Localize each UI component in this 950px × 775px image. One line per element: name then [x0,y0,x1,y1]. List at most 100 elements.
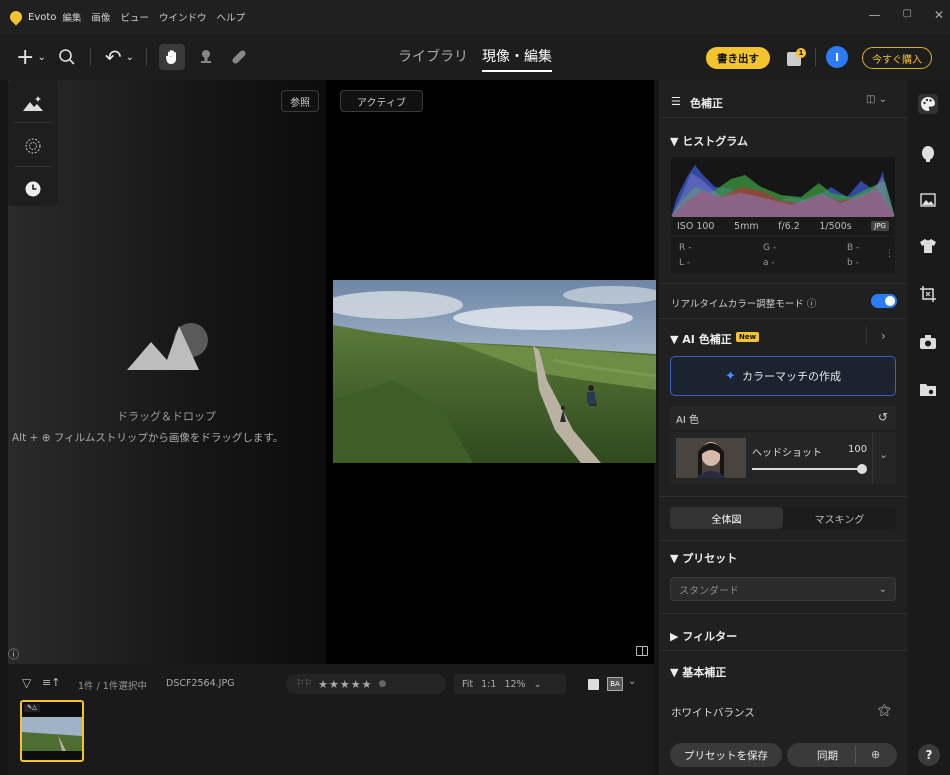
filter-header[interactable]: ▶ フィルター [670,628,737,644]
filter-icon[interactable]: ▽ [22,676,31,690]
reset-icon[interactable]: ↺ [878,410,888,424]
filter-label: フィルター [682,630,738,643]
color-match-button[interactable]: ✦ カラーマッチの作成 [670,356,896,396]
sort-icon[interactable]: ≡↑ [42,676,60,689]
texture-icon[interactable] [23,136,43,156]
zoom-1-1[interactable]: 1:1 [481,679,496,690]
more-icon[interactable]: ⋮ [885,249,894,259]
focal-length: 5mm [734,220,759,232]
export-button[interactable]: 書き出す [706,47,770,69]
ai-color-label: AI 色補正 [682,333,732,346]
folder-icon[interactable] [918,380,938,400]
reference-button[interactable]: 参照 [281,90,319,112]
ai-color-row-label: AI 色 [676,414,699,426]
zoom-dropdown-icon[interactable]: ⌄ [534,679,542,690]
view-dropdown-icon[interactable]: ⌄ [628,676,636,687]
readout-b2: b - [847,258,859,268]
scope-segment: 全体図 マスキング [670,507,896,529]
sync-button[interactable]: 同期 ⊕ [787,743,897,767]
ai-color-row: AI 色 ↺ [670,406,896,430]
white-balance-label: ホワイトバランス [671,707,755,719]
color-match-label: カラーマッチの作成 [741,370,841,383]
close-icon[interactable]: ✕ [934,8,944,22]
star-rating[interactable]: ★★★★★ [318,678,372,691]
tab-develop[interactable]: 現像・編集 [482,46,552,72]
zoom-controls: Fit 1:1 12% ⌄ [454,674,566,694]
notify-badge: 1 [796,48,806,58]
sliders-icon: ☰ [671,95,681,108]
queue-icon[interactable]: 1 [787,48,806,66]
menu-edit[interactable]: 編集 [62,10,81,24]
stamp-icon[interactable] [199,49,213,65]
palette-icon[interactable] [918,94,938,114]
realtime-toggle[interactable] [871,294,897,308]
undo-menu-icon[interactable]: ⌄ [126,52,134,63]
ai-preset-card[interactable]: ヘッドショット 100 ⌄ [670,432,896,484]
edited-photo[interactable] [333,280,656,463]
histogram-header[interactable]: ▼ ヒストグラム [670,133,748,149]
minimize-icon[interactable]: — [868,8,880,22]
preset-name: ヘッドショット [752,448,822,459]
color-label-icon[interactable]: ● [378,679,386,689]
clothing-icon[interactable] [918,236,938,256]
menu-window[interactable]: ウインドウ [159,10,207,24]
panel-layout-icon[interactable]: ◫ ⌄ [866,94,887,105]
drop-hint: Alt + ⊕ フィルムストリップから画像をドラッグします。 [12,432,284,444]
menu-image[interactable]: 画像 [91,10,110,24]
compare-icon[interactable] [636,646,648,656]
buy-now-button[interactable]: 今すぐ購入 [862,47,932,69]
add-icon[interactable]: + [16,45,34,70]
divider [815,48,816,66]
basic-header[interactable]: ▼ 基本補正 [670,664,726,680]
face-icon[interactable] [918,144,938,164]
app-name: Evoto [28,11,57,23]
segment-whole[interactable]: 全体図 [670,507,783,529]
preset-select[interactable]: スタンダード ⌄ [670,577,896,601]
realtime-mode-label: リアルタイムカラー調整モード ⓘ [671,299,817,310]
menu-bar: 編集 画像 ビュー ウインドウ ヘルプ [62,10,245,24]
menu-help[interactable]: ヘルプ [216,10,245,24]
hand-tool-icon[interactable] [158,44,185,70]
camera-icon[interactable] [918,332,938,352]
flag-icon[interactable]: ⚐⚐ [296,679,312,689]
tab-library[interactable]: ライブラリ [398,46,468,72]
sync-settings-icon[interactable]: ⊕ [871,748,880,761]
search-icon[interactable] [58,48,76,66]
chevron-down-icon[interactable]: ⌄ [37,52,45,63]
preset-dropdown-icon[interactable]: ⌄ [879,448,888,461]
preset-header[interactable]: ▼ プリセット [670,550,737,566]
edited-badge-icon: ✎△ [24,704,40,712]
menu-view[interactable]: ビュー [120,10,149,24]
background-icon[interactable] [918,190,938,210]
strength-slider[interactable] [752,468,862,470]
file-name: DSCF2564.JPG [166,678,235,689]
chevron-down-icon: ⌄ [878,583,887,595]
zoom-level[interactable]: 12% [504,679,525,690]
avatar[interactable]: I [826,46,848,68]
crop-icon[interactable] [918,284,938,304]
maximize-icon[interactable]: ▢ [902,8,911,22]
slider-handle[interactable] [857,464,867,474]
readout-l: L - [679,258,691,268]
evoto-logo-icon [7,8,25,26]
zoom-fit[interactable]: Fit [462,679,473,690]
info-icon[interactable]: ⓘ [8,646,19,662]
new-badge: New [736,332,760,342]
history-clock-icon[interactable] [24,180,42,198]
histogram [671,157,895,217]
filmstrip-thumbnail[interactable]: ✎△ [20,700,84,762]
bandage-icon[interactable] [231,49,247,65]
save-preset-button[interactable]: プリセットを保存 [670,743,782,767]
undo-icon[interactable]: ↶ [105,45,122,69]
iso: ISO 100 [677,220,715,232]
before-after-icon[interactable]: BA [607,677,623,691]
aperture: f/6.2 [778,220,800,232]
ai-color-header[interactable]: ▼ AI 色補正 [670,331,732,347]
auto-wand-icon[interactable]: ⚝ [878,703,891,718]
segment-masking[interactable]: マスキング [783,507,896,529]
landscape-edit-icon[interactable] [22,94,44,114]
single-view-icon[interactable] [588,679,599,690]
chevron-right-icon[interactable]: › [881,329,886,343]
active-button[interactable]: アクティブ [340,90,423,112]
help-icon[interactable]: ? [918,744,940,766]
